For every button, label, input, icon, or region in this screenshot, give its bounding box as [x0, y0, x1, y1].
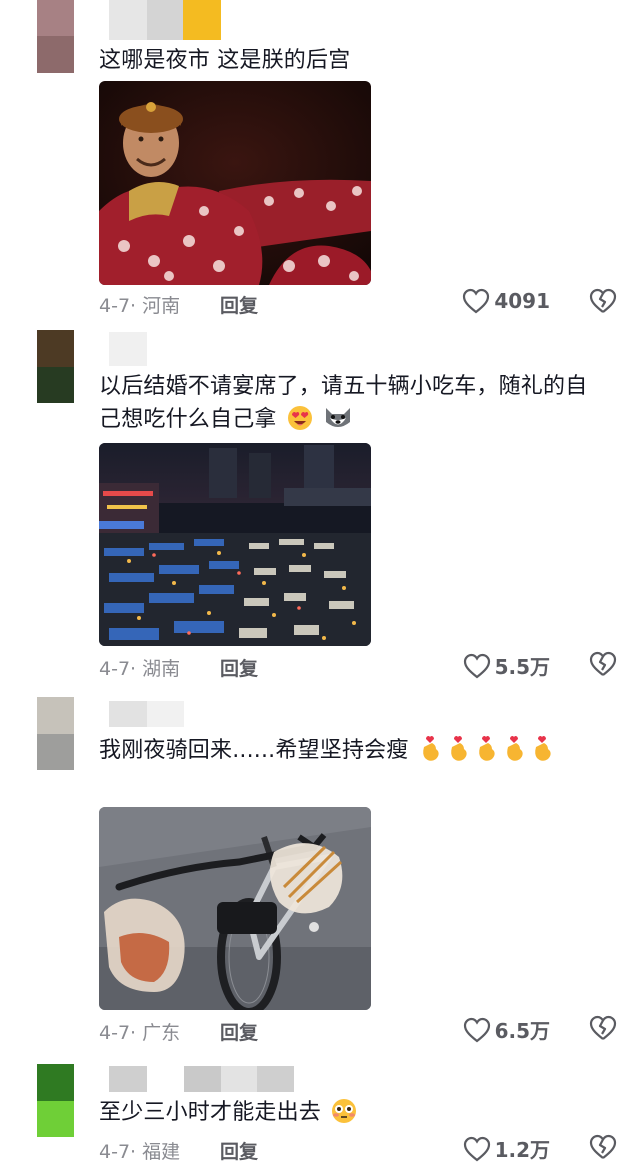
like-button[interactable]: 6.5万: [463, 1015, 550, 1044]
comment-image[interactable]: [99, 443, 371, 646]
broken-heart-icon: [589, 1134, 617, 1159]
comment-meta: 4-7· 湖南 回复 5.5万: [99, 651, 620, 681]
username[interactable]: [109, 0, 221, 40]
comment-image[interactable]: [99, 81, 371, 285]
comment-item: 这哪是夜市 这是朕的后宫 4-7· 河南 回复 4091: [0, 0, 640, 320]
reply-button[interactable]: 回复: [220, 654, 258, 681]
heart-icon: [463, 1136, 490, 1161]
comment-date-location: 4-7· 河南: [99, 295, 181, 317]
comment-item: 以后结婚不请宴席了，请五十辆小吃车，随礼的自己想吃什么自己拿 4-7· 湖南 回…: [0, 330, 640, 690]
comment-text: 这哪是夜市 这是朕的后宫: [99, 44, 614, 77]
comment-meta: 4-7· 广东 回复 6.5万: [99, 1015, 620, 1045]
comment-date-location: 4-7· 福建: [99, 1141, 181, 1163]
flushed-face-emoji: [330, 1097, 358, 1135]
comment-meta: 4-7· 河南 回复 4091: [99, 288, 620, 318]
finger-heart-emoji: [530, 733, 556, 773]
comment-text-content: 我刚夜骑回来......希望坚持会瘦: [99, 738, 409, 763]
comment-text: 我刚夜骑回来......希望坚持会瘦: [99, 733, 589, 773]
night-market-aerial-image: [99, 443, 371, 646]
like-button[interactable]: 1.2万: [463, 1134, 550, 1163]
username[interactable]: [109, 701, 184, 727]
comment-item: 至少三小时才能走出去 4-7· 福建 回复 1.2万: [0, 1064, 640, 1176]
finger-heart-emoji: [502, 733, 528, 773]
broken-heart-icon: [589, 288, 617, 313]
reply-button[interactable]: 回复: [220, 1137, 258, 1164]
reply-button[interactable]: 回复: [220, 1018, 258, 1045]
like-count: 6.5万: [494, 1019, 550, 1043]
dislike-button[interactable]: [589, 1015, 617, 1046]
comment-text: 以后结婚不请宴席了，请五十辆小吃车，随礼的自己想吃什么自己拿: [99, 370, 604, 442]
heart-icon: [463, 288, 490, 314]
broken-heart-icon: [589, 651, 617, 676]
dislike-button[interactable]: [589, 288, 617, 319]
username[interactable]: [109, 1066, 294, 1092]
comment-date-location: 4-7· 湖南: [99, 658, 181, 680]
username[interactable]: [109, 332, 147, 366]
like-button[interactable]: 4091: [462, 288, 550, 314]
avatar[interactable]: [37, 1064, 74, 1137]
like-button[interactable]: 5.5万: [463, 651, 550, 680]
bicycle-with-snacks-image: [99, 807, 371, 1010]
comment-text: 至少三小时才能走出去: [99, 1096, 614, 1135]
like-count: 4091: [494, 289, 550, 313]
reply-button[interactable]: 回复: [220, 291, 258, 318]
comment-item: 我刚夜骑回来......希望坚持会瘦 4-7· 广东 回复 6.5万: [0, 697, 640, 1057]
finger-heart-emoji: [474, 733, 500, 773]
comment-text-content: 这哪是夜市 这是朕的后宫: [99, 48, 351, 73]
comment-text-content: 至少三小时才能走出去: [99, 1100, 322, 1125]
finger-heart-emoji: [418, 733, 444, 773]
like-count: 1.2万: [494, 1138, 550, 1162]
dislike-button[interactable]: [589, 651, 617, 682]
avatar[interactable]: [37, 330, 74, 403]
avatar[interactable]: [37, 697, 74, 770]
dog-face-emoji: [323, 404, 353, 442]
avatar[interactable]: [37, 0, 74, 73]
dislike-button[interactable]: [589, 1134, 617, 1165]
heart-icon: [463, 1017, 490, 1042]
comment-image[interactable]: [99, 807, 371, 1010]
finger-heart-emoji: [446, 733, 472, 773]
comment-meta: 4-7· 福建 回复 1.2万: [99, 1134, 620, 1164]
heart-icon: [463, 653, 490, 678]
heart-eyes-emoji: [286, 404, 314, 442]
broken-heart-icon: [589, 1015, 617, 1040]
comment-date-location: 4-7· 广东: [99, 1022, 181, 1044]
like-count: 5.5万: [494, 655, 550, 679]
tv-drama-still-image: [99, 81, 371, 285]
